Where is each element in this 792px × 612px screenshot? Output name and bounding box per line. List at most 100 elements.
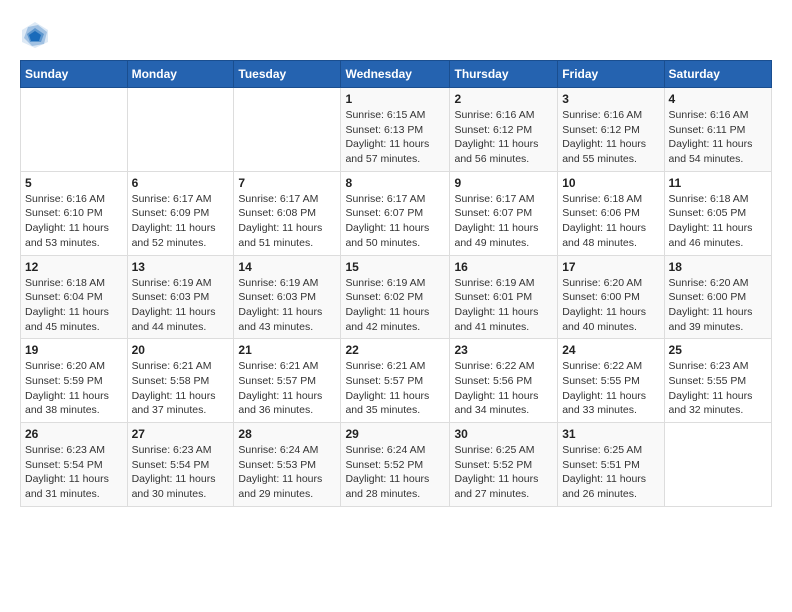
day-number: 3 [562,92,659,106]
calendar-table: SundayMondayTuesdayWednesdayThursdayFrid… [20,60,772,507]
day-info: Sunrise: 6:20 AM Sunset: 6:00 PM Dayligh… [669,276,767,335]
day-info: Sunrise: 6:23 AM Sunset: 5:54 PM Dayligh… [25,443,123,502]
day-number: 31 [562,427,659,441]
weekday-header: Tuesday [234,61,341,88]
calendar-cell: 29 Sunrise: 6:24 AM Sunset: 5:52 PM Dayli… [341,423,450,507]
day-info: Sunrise: 6:17 AM Sunset: 6:07 PM Dayligh… [454,192,553,251]
day-info: Sunrise: 6:25 AM Sunset: 5:51 PM Dayligh… [562,443,659,502]
day-number: 6 [132,176,230,190]
day-number: 19 [25,343,123,357]
day-info: Sunrise: 6:21 AM Sunset: 5:57 PM Dayligh… [238,359,336,418]
day-info: Sunrise: 6:21 AM Sunset: 5:58 PM Dayligh… [132,359,230,418]
day-number: 29 [345,427,445,441]
weekday-header: Sunday [21,61,128,88]
day-number: 10 [562,176,659,190]
day-info: Sunrise: 6:24 AM Sunset: 5:52 PM Dayligh… [345,443,445,502]
day-info: Sunrise: 6:24 AM Sunset: 5:53 PM Dayligh… [238,443,336,502]
calendar-cell: 24 Sunrise: 6:22 AM Sunset: 5:55 PM Dayli… [558,339,664,423]
calendar-cell: 13 Sunrise: 6:19 AM Sunset: 6:03 PM Dayli… [127,255,234,339]
day-info: Sunrise: 6:18 AM Sunset: 6:05 PM Dayligh… [669,192,767,251]
day-number: 20 [132,343,230,357]
day-info: Sunrise: 6:21 AM Sunset: 5:57 PM Dayligh… [345,359,445,418]
day-info: Sunrise: 6:25 AM Sunset: 5:52 PM Dayligh… [454,443,553,502]
calendar-cell: 14 Sunrise: 6:19 AM Sunset: 6:03 PM Dayli… [234,255,341,339]
calendar-cell: 7 Sunrise: 6:17 AM Sunset: 6:08 PM Daylig… [234,171,341,255]
calendar-cell: 22 Sunrise: 6:21 AM Sunset: 5:57 PM Dayli… [341,339,450,423]
calendar-cell: 4 Sunrise: 6:16 AM Sunset: 6:11 PM Daylig… [664,88,771,172]
calendar-cell: 9 Sunrise: 6:17 AM Sunset: 6:07 PM Daylig… [450,171,558,255]
day-info: Sunrise: 6:19 AM Sunset: 6:02 PM Dayligh… [345,276,445,335]
day-info: Sunrise: 6:16 AM Sunset: 6:12 PM Dayligh… [454,108,553,167]
day-number: 5 [25,176,123,190]
calendar-cell: 18 Sunrise: 6:20 AM Sunset: 6:00 PM Dayli… [664,255,771,339]
day-number: 21 [238,343,336,357]
day-number: 12 [25,260,123,274]
day-number: 28 [238,427,336,441]
day-info: Sunrise: 6:23 AM Sunset: 5:55 PM Dayligh… [669,359,767,418]
page-header [20,20,772,50]
day-number: 22 [345,343,445,357]
day-number: 23 [454,343,553,357]
day-number: 30 [454,427,553,441]
logo [20,20,54,50]
day-number: 16 [454,260,553,274]
calendar-cell: 23Sunrise: 6:22 AM Sunset: 5:56 PM Dayli… [450,339,558,423]
day-number: 27 [132,427,230,441]
calendar-cell: 25 Sunrise: 6:23 AM Sunset: 5:55 PM Dayli… [664,339,771,423]
day-info: Sunrise: 6:19 AM Sunset: 6:01 PM Dayligh… [454,276,553,335]
day-number: 1 [345,92,445,106]
calendar-week-row: 5 Sunrise: 6:16 AM Sunset: 6:10 PM Daylig… [21,171,772,255]
calendar-cell: 15 Sunrise: 6:19 AM Sunset: 6:02 PM Dayli… [341,255,450,339]
day-number: 14 [238,260,336,274]
calendar-cell: 31 Sunrise: 6:25 AM Sunset: 5:51 PM Dayli… [558,423,664,507]
calendar-week-row: 26Sunrise: 6:23 AM Sunset: 5:54 PM Dayli… [21,423,772,507]
day-number: 25 [669,343,767,357]
calendar-cell [234,88,341,172]
day-number: 13 [132,260,230,274]
day-info: Sunrise: 6:19 AM Sunset: 6:03 PM Dayligh… [132,276,230,335]
calendar-week-row: 1 Sunrise: 6:15 AM Sunset: 6:13 PM Daylig… [21,88,772,172]
day-number: 17 [562,260,659,274]
day-number: 4 [669,92,767,106]
calendar-cell [664,423,771,507]
day-info: Sunrise: 6:16 AM Sunset: 6:11 PM Dayligh… [669,108,767,167]
day-info: Sunrise: 6:19 AM Sunset: 6:03 PM Dayligh… [238,276,336,335]
calendar-cell: 12Sunrise: 6:18 AM Sunset: 6:04 PM Dayli… [21,255,128,339]
calendar-cell: 5 Sunrise: 6:16 AM Sunset: 6:10 PM Daylig… [21,171,128,255]
weekday-header: Wednesday [341,61,450,88]
calendar-week-row: 19 Sunrise: 6:20 AM Sunset: 5:59 PM Dayli… [21,339,772,423]
calendar-cell: 11 Sunrise: 6:18 AM Sunset: 6:05 PM Dayli… [664,171,771,255]
calendar-cell: 8 Sunrise: 6:17 AM Sunset: 6:07 PM Daylig… [341,171,450,255]
calendar-cell: 16 Sunrise: 6:19 AM Sunset: 6:01 PM Dayli… [450,255,558,339]
day-number: 24 [562,343,659,357]
calendar-cell: 10Sunrise: 6:18 AM Sunset: 6:06 PM Dayli… [558,171,664,255]
weekday-header: Friday [558,61,664,88]
day-number: 11 [669,176,767,190]
day-info: Sunrise: 6:17 AM Sunset: 6:09 PM Dayligh… [132,192,230,251]
weekday-header-row: SundayMondayTuesdayWednesdayThursdayFrid… [21,61,772,88]
day-info: Sunrise: 6:20 AM Sunset: 5:59 PM Dayligh… [25,359,123,418]
day-number: 9 [454,176,553,190]
day-number: 8 [345,176,445,190]
weekday-header: Saturday [664,61,771,88]
calendar-cell: 6 Sunrise: 6:17 AM Sunset: 6:09 PM Daylig… [127,171,234,255]
calendar-cell: 30 Sunrise: 6:25 AM Sunset: 5:52 PM Dayli… [450,423,558,507]
day-number: 7 [238,176,336,190]
calendar-cell: 21 Sunrise: 6:21 AM Sunset: 5:57 PM Dayli… [234,339,341,423]
day-info: Sunrise: 6:16 AM Sunset: 6:10 PM Dayligh… [25,192,123,251]
calendar-cell: 26Sunrise: 6:23 AM Sunset: 5:54 PM Dayli… [21,423,128,507]
calendar-cell: 1 Sunrise: 6:15 AM Sunset: 6:13 PM Daylig… [341,88,450,172]
calendar-cell: 2Sunrise: 6:16 AM Sunset: 6:12 PM Daylig… [450,88,558,172]
calendar-cell [21,88,128,172]
day-info: Sunrise: 6:23 AM Sunset: 5:54 PM Dayligh… [132,443,230,502]
day-number: 18 [669,260,767,274]
calendar-cell [127,88,234,172]
day-number: 15 [345,260,445,274]
calendar-cell: 19 Sunrise: 6:20 AM Sunset: 5:59 PM Dayli… [21,339,128,423]
calendar-cell: 3Sunrise: 6:16 AM Sunset: 6:12 PM Daylig… [558,88,664,172]
day-info: Sunrise: 6:17 AM Sunset: 6:08 PM Dayligh… [238,192,336,251]
day-info: Sunrise: 6:22 AM Sunset: 5:55 PM Dayligh… [562,359,659,418]
day-info: Sunrise: 6:17 AM Sunset: 6:07 PM Dayligh… [345,192,445,251]
calendar-cell: 20 Sunrise: 6:21 AM Sunset: 5:58 PM Dayli… [127,339,234,423]
day-info: Sunrise: 6:15 AM Sunset: 6:13 PM Dayligh… [345,108,445,167]
